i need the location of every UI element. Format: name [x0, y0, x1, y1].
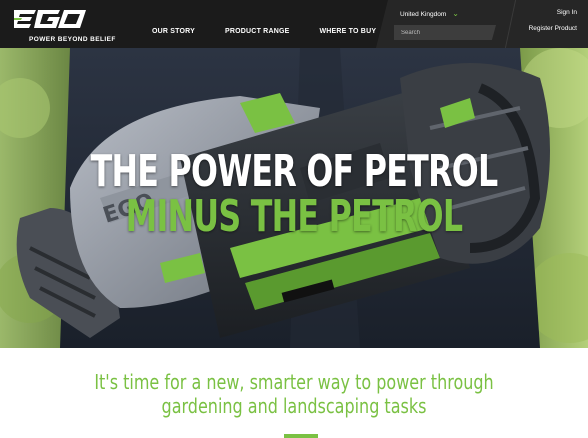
scroll-cta-tab[interactable] [284, 434, 318, 438]
intro-section: It's time for a new, smarter way to powe… [0, 348, 588, 438]
hero-headline-secondary: MINUS THE PETROL [125, 191, 463, 242]
search-input[interactable] [394, 25, 496, 40]
intro-text: It's time for a new, smarter way to powe… [59, 370, 529, 418]
nav-item-product-range[interactable]: PRODUCT RANGE [225, 28, 289, 35]
header-utility-panel [376, 0, 588, 48]
ego-logo-mark [14, 10, 86, 28]
sign-in-link[interactable]: Sign In [557, 9, 577, 16]
nav-item-where-to-buy[interactable]: WHERE TO BUY [319, 28, 376, 35]
hero-headline-primary: THE POWER OF PETROL [90, 146, 499, 197]
country-selector[interactable]: United Kingdom ⌄ [400, 10, 459, 18]
brand-tagline: POWER BEYOND BELIEF [29, 36, 116, 43]
intro-line-2: gardening and landscaping tasks [161, 394, 427, 418]
ego-logo[interactable]: POWER BEYOND BELIEF [14, 8, 115, 43]
main-nav: OUR STORY PRODUCT RANGE WHERE TO BUY [152, 28, 376, 35]
intro-line-1: It's time for a new, smarter way to powe… [94, 370, 494, 394]
country-label: United Kingdom [400, 10, 447, 18]
hero-banner: EGO THE POWER OF PETROL MINUS THE PETROL [0, 48, 588, 348]
page: POWER BEYOND BELIEF OUR STORY PRODUCT RA… [0, 0, 588, 438]
nav-item-our-story[interactable]: OUR STORY [152, 28, 195, 35]
site-header: POWER BEYOND BELIEF OUR STORY PRODUCT RA… [0, 0, 588, 48]
chevron-down-icon: ⌄ [452, 9, 459, 18]
register-product-link[interactable]: Register Product [529, 25, 577, 32]
